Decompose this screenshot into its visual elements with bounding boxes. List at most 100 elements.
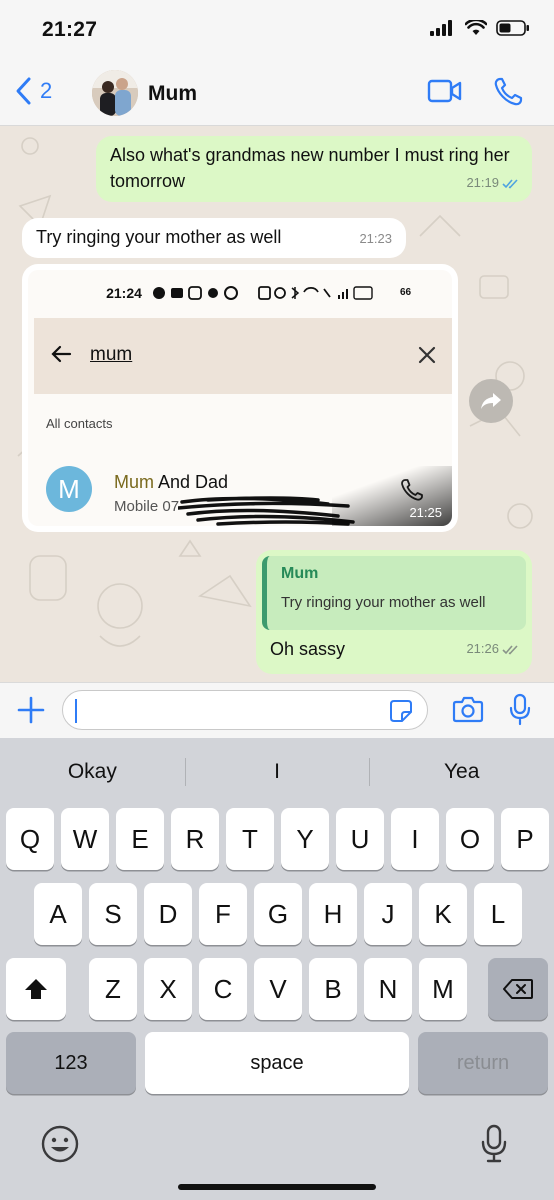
chat-area[interactable]: Also what's grandmas new number I must r… bbox=[0, 126, 554, 682]
shift-arrow-icon bbox=[25, 979, 47, 999]
message-outgoing[interactable]: Also what's grandmas new number I must r… bbox=[96, 136, 532, 202]
key-p[interactable]: P bbox=[501, 808, 549, 870]
microphone-icon bbox=[509, 693, 531, 726]
suggestion-yea[interactable]: Yea bbox=[369, 752, 554, 792]
quoted-text: Try ringing your mother as well bbox=[281, 594, 486, 611]
battery-icon bbox=[496, 20, 529, 36]
key-o[interactable]: O bbox=[446, 808, 494, 870]
screenshot-contact-number: Mobile 07 bbox=[114, 498, 180, 515]
contact-avatar[interactable] bbox=[92, 70, 138, 116]
video-call-button[interactable] bbox=[427, 78, 463, 109]
key-l[interactable]: L bbox=[474, 883, 522, 945]
voice-message-button[interactable] bbox=[508, 693, 532, 732]
keyboard: Okay I Yea Q W E R T Y U I O P A S D F G… bbox=[0, 738, 554, 1200]
message-time: 21:19 bbox=[466, 175, 499, 190]
key-h[interactable]: H bbox=[309, 883, 357, 945]
key-e[interactable]: E bbox=[116, 808, 164, 870]
key-v[interactable]: V bbox=[254, 958, 302, 1020]
status-time: 21:27 bbox=[42, 18, 98, 41]
voice-call-button[interactable] bbox=[492, 76, 524, 113]
shift-key[interactable] bbox=[6, 958, 66, 1020]
message-incoming[interactable]: Try ringing your mother as well 21:23 bbox=[22, 218, 406, 258]
key-q[interactable]: Q bbox=[6, 808, 54, 870]
message-outgoing-reply[interactable]: Mum Try ringing your mother as well Oh s… bbox=[256, 550, 532, 674]
screenshot-battery-level: 66 bbox=[400, 287, 412, 298]
double-check-icon bbox=[502, 644, 518, 654]
message-input[interactable] bbox=[62, 690, 428, 730]
quoted-author: Mum bbox=[281, 565, 319, 582]
status-bar: 21:27 bbox=[0, 0, 554, 62]
key-d[interactable]: D bbox=[144, 883, 192, 945]
contact-name[interactable]: Mum bbox=[148, 82, 197, 106]
dictation-button[interactable] bbox=[480, 1124, 508, 1169]
delete-key[interactable] bbox=[488, 958, 548, 1020]
key-g[interactable]: G bbox=[254, 883, 302, 945]
message-meta: 21:26 bbox=[466, 636, 520, 662]
chevron-left-icon bbox=[16, 77, 31, 105]
key-j[interactable]: J bbox=[364, 883, 412, 945]
screenshot-name-rest: And Dad bbox=[154, 472, 229, 492]
message-time: 21:26 bbox=[466, 641, 499, 656]
backspace-icon bbox=[503, 979, 533, 999]
key-x[interactable]: X bbox=[144, 958, 192, 1020]
suggestion-i[interactable]: I bbox=[184, 752, 370, 792]
key-t[interactable]: T bbox=[226, 808, 274, 870]
quoted-message[interactable]: Mum Try ringing your mother as well bbox=[262, 556, 526, 630]
key-r[interactable]: R bbox=[171, 808, 219, 870]
emoji-button[interactable] bbox=[40, 1124, 80, 1169]
cellular-signal-icon bbox=[430, 20, 452, 36]
screenshot-status-bar: 21:24 bbox=[28, 270, 452, 316]
system-icons-group bbox=[258, 286, 373, 300]
attach-button[interactable] bbox=[16, 695, 46, 730]
emoji-icon bbox=[41, 1125, 79, 1163]
key-f[interactable]: F bbox=[199, 883, 247, 945]
key-n[interactable]: N bbox=[364, 958, 412, 1020]
predictive-suggestions: Okay I Yea bbox=[0, 752, 554, 792]
key-u[interactable]: U bbox=[336, 808, 384, 870]
shared-screenshot[interactable]: 21:24 66 mum All contacts M Mum And Dad … bbox=[28, 270, 452, 526]
microphone-icon bbox=[481, 1124, 507, 1163]
key-m[interactable]: M bbox=[419, 958, 467, 1020]
message-time: 21:23 bbox=[359, 231, 392, 246]
plus-icon bbox=[17, 696, 45, 724]
key-y[interactable]: Y bbox=[281, 808, 329, 870]
screenshot-status-time: 21:24 bbox=[106, 285, 142, 301]
space-key[interactable]: space bbox=[145, 1032, 409, 1094]
back-count: 2 bbox=[40, 78, 53, 103]
back-button[interactable]: 2 bbox=[14, 76, 52, 106]
message-image[interactable]: 21:24 66 mum All contacts M Mum And Dad … bbox=[22, 264, 458, 532]
chat-header: 2 Mum bbox=[0, 62, 554, 126]
key-b[interactable]: B bbox=[309, 958, 357, 1020]
message-text: Oh sassy bbox=[270, 639, 346, 659]
screenshot-section-label: All contacts bbox=[46, 416, 113, 431]
sticker-icon bbox=[390, 700, 412, 722]
numbers-key[interactable]: 123 bbox=[6, 1032, 136, 1094]
home-indicator[interactable] bbox=[178, 1184, 376, 1190]
close-icon bbox=[418, 346, 436, 364]
screenshot-search-query: mum bbox=[90, 344, 133, 365]
forward-arrow-icon bbox=[481, 393, 501, 409]
sticker-button[interactable] bbox=[389, 699, 413, 728]
text-cursor bbox=[75, 699, 77, 723]
suggestion-okay[interactable]: Okay bbox=[0, 752, 185, 792]
key-w[interactable]: W bbox=[61, 808, 109, 870]
key-a[interactable]: A bbox=[34, 883, 82, 945]
message-time: 21:25 bbox=[409, 505, 442, 520]
status-icons bbox=[430, 20, 530, 36]
camera-icon bbox=[452, 696, 484, 723]
key-c[interactable]: C bbox=[199, 958, 247, 1020]
forward-button[interactable] bbox=[469, 379, 513, 423]
key-i[interactable]: I bbox=[391, 808, 439, 870]
camera-button[interactable] bbox=[452, 695, 484, 728]
key-z[interactable]: Z bbox=[89, 958, 137, 1020]
key-s[interactable]: S bbox=[89, 883, 137, 945]
double-check-icon bbox=[502, 178, 518, 188]
key-k[interactable]: K bbox=[419, 883, 467, 945]
message-input-bar bbox=[0, 682, 554, 738]
video-camera-icon bbox=[427, 79, 462, 103]
screenshot-name-match: Mum bbox=[114, 472, 154, 492]
wifi-icon bbox=[465, 20, 487, 35]
screenshot-contact-avatar: M bbox=[46, 466, 92, 512]
avatar-photo bbox=[92, 70, 138, 116]
return-key[interactable]: return bbox=[418, 1032, 548, 1094]
